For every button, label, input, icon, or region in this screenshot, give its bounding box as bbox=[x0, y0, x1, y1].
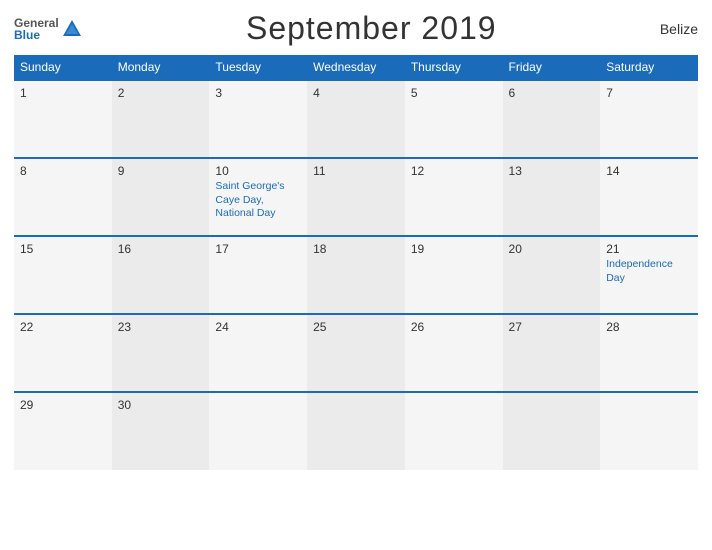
day-number: 23 bbox=[118, 320, 204, 334]
logo-icon bbox=[61, 18, 83, 40]
day-cell: 17 bbox=[209, 236, 307, 314]
day-cell: 18 bbox=[307, 236, 405, 314]
day-cell bbox=[405, 392, 503, 470]
day-cell: 19 bbox=[405, 236, 503, 314]
day-number: 19 bbox=[411, 242, 497, 256]
day-cell: 5 bbox=[405, 80, 503, 158]
day-number: 20 bbox=[509, 242, 595, 256]
day-number: 10 bbox=[215, 164, 301, 178]
day-cell: 4 bbox=[307, 80, 405, 158]
logo-general-text: General bbox=[14, 17, 59, 29]
calendar-wrapper: General Blue September 2019 Belize Sunda… bbox=[0, 0, 712, 550]
day-cell: 16 bbox=[112, 236, 210, 314]
day-number: 18 bbox=[313, 242, 399, 256]
day-cell bbox=[307, 392, 405, 470]
day-cell: 7 bbox=[600, 80, 698, 158]
day-number: 17 bbox=[215, 242, 301, 256]
day-cell: 24 bbox=[209, 314, 307, 392]
day-number: 11 bbox=[313, 164, 399, 178]
day-number: 25 bbox=[313, 320, 399, 334]
day-number: 5 bbox=[411, 86, 497, 100]
header-thursday: Thursday bbox=[405, 55, 503, 80]
day-cell: 20 bbox=[503, 236, 601, 314]
day-number: 3 bbox=[215, 86, 301, 100]
day-number: 14 bbox=[606, 164, 692, 178]
day-number: 9 bbox=[118, 164, 204, 178]
day-cell bbox=[600, 392, 698, 470]
header-wednesday: Wednesday bbox=[307, 55, 405, 80]
week-row-5: 29 30 bbox=[14, 392, 698, 470]
day-cell: 15 bbox=[14, 236, 112, 314]
day-cell bbox=[209, 392, 307, 470]
day-cell: 12 bbox=[405, 158, 503, 236]
day-cell: 23 bbox=[112, 314, 210, 392]
day-number: 26 bbox=[411, 320, 497, 334]
day-number: 16 bbox=[118, 242, 204, 256]
header-sunday: Sunday bbox=[14, 55, 112, 80]
day-cell: 11 bbox=[307, 158, 405, 236]
day-cell: 26 bbox=[405, 314, 503, 392]
event-label: Saint George's Caye Day, National Day bbox=[215, 180, 301, 221]
day-number: 8 bbox=[20, 164, 106, 178]
logo: General Blue bbox=[14, 17, 83, 41]
week-row-4: 22 23 24 25 26 27 28 bbox=[14, 314, 698, 392]
day-number: 29 bbox=[20, 398, 106, 412]
day-number: 4 bbox=[313, 86, 399, 100]
calendar-title: September 2019 bbox=[246, 10, 497, 47]
day-number: 13 bbox=[509, 164, 595, 178]
day-cell: 9 bbox=[112, 158, 210, 236]
day-number: 21 bbox=[606, 242, 692, 256]
day-cell: 3 bbox=[209, 80, 307, 158]
day-number: 24 bbox=[215, 320, 301, 334]
day-number: 30 bbox=[118, 398, 204, 412]
header-tuesday: Tuesday bbox=[209, 55, 307, 80]
event-label: Independence Day bbox=[606, 258, 692, 285]
day-number: 15 bbox=[20, 242, 106, 256]
week-row-1: 1234567 bbox=[14, 80, 698, 158]
day-number: 7 bbox=[606, 86, 692, 100]
header-monday: Monday bbox=[112, 55, 210, 80]
day-number: 6 bbox=[509, 86, 595, 100]
day-number: 28 bbox=[606, 320, 692, 334]
day-number: 2 bbox=[118, 86, 204, 100]
header-saturday: Saturday bbox=[600, 55, 698, 80]
day-cell: 25 bbox=[307, 314, 405, 392]
day-cell: 10 Saint George's Caye Day, National Day bbox=[209, 158, 307, 236]
week-row-3: 15 16 17 18 19 20 21 Independence Day bbox=[14, 236, 698, 314]
day-cell: 2 bbox=[112, 80, 210, 158]
logo-blue-text: Blue bbox=[14, 29, 59, 41]
day-cell: 14 bbox=[600, 158, 698, 236]
day-cell: 8 bbox=[14, 158, 112, 236]
day-number: 22 bbox=[20, 320, 106, 334]
day-cell: 21 Independence Day bbox=[600, 236, 698, 314]
calendar-header: General Blue September 2019 Belize bbox=[14, 10, 698, 47]
day-number: 1 bbox=[20, 86, 106, 100]
week-row-2: 89 10 Saint George's Caye Day, National Da… bbox=[14, 158, 698, 236]
header-friday: Friday bbox=[503, 55, 601, 80]
day-cell: 28 bbox=[600, 314, 698, 392]
calendar-table: Sunday Monday Tuesday Wednesday Thursday… bbox=[14, 55, 698, 470]
day-number: 27 bbox=[509, 320, 595, 334]
day-cell: 22 bbox=[14, 314, 112, 392]
day-cell: 13 bbox=[503, 158, 601, 236]
day-cell: 30 bbox=[112, 392, 210, 470]
day-cell: 29 bbox=[14, 392, 112, 470]
country-label: Belize bbox=[660, 21, 698, 37]
day-cell: 1 bbox=[14, 80, 112, 158]
day-number: 12 bbox=[411, 164, 497, 178]
day-cell: 27 bbox=[503, 314, 601, 392]
day-cell bbox=[503, 392, 601, 470]
day-cell: 6 bbox=[503, 80, 601, 158]
weekday-header-row: Sunday Monday Tuesday Wednesday Thursday… bbox=[14, 55, 698, 80]
